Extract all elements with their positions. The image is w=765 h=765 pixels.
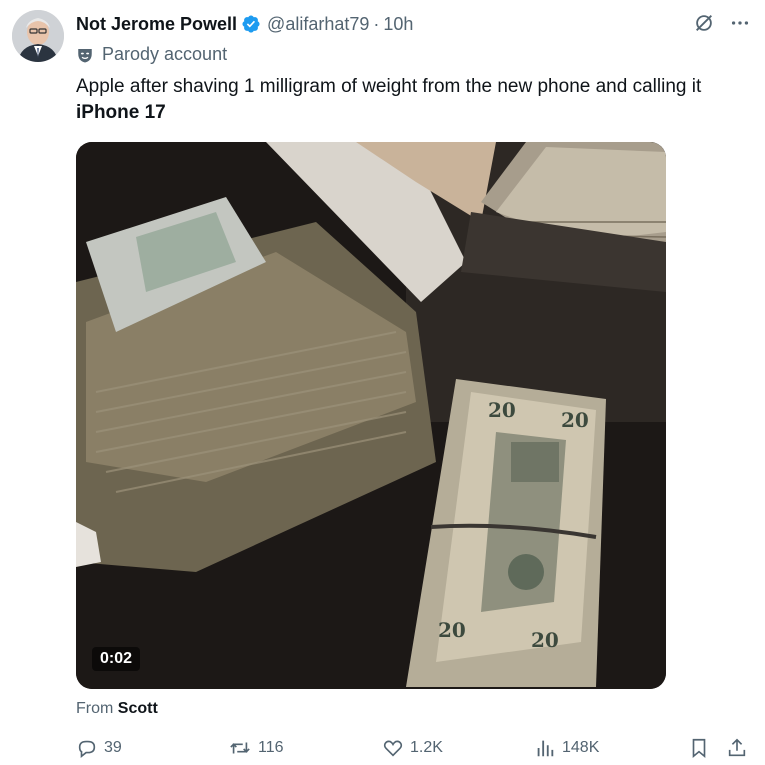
source-prefix: From bbox=[76, 700, 114, 717]
parody-text: Parody account bbox=[102, 44, 228, 64]
views-count: 148K bbox=[562, 739, 600, 756]
svg-text:20: 20 bbox=[438, 618, 466, 642]
parody-label: Parody account bbox=[76, 44, 227, 65]
video-player[interactable]: 20 20 20 20 0:02 bbox=[76, 142, 666, 689]
share-icon bbox=[728, 738, 746, 757]
heart-icon bbox=[383, 740, 403, 757]
video-frame-money-stacks: 20 20 20 20 bbox=[76, 142, 666, 689]
tweet-header: Not Jerome Powell @alifarhat79 · 10h bbox=[76, 12, 765, 36]
separator-dot: · bbox=[373, 13, 380, 34]
grok-icon[interactable] bbox=[693, 12, 715, 34]
author-name[interactable]: Not Jerome Powell bbox=[76, 14, 237, 35]
reply-count: 39 bbox=[104, 739, 122, 756]
repost-button[interactable]: 116 bbox=[228, 737, 284, 759]
post-time[interactable]: 10h bbox=[383, 14, 413, 35]
like-button[interactable]: 1.2K bbox=[382, 737, 443, 759]
author-handle[interactable]: @alifarhat79 bbox=[267, 14, 369, 35]
verified-badge-icon bbox=[242, 15, 260, 33]
views-button[interactable]: 148K bbox=[534, 737, 599, 759]
tweet-text-bold: iPhone 17 bbox=[76, 102, 166, 123]
repost-icon bbox=[230, 742, 250, 754]
like-count: 1.2K bbox=[410, 739, 443, 756]
repost-count: 116 bbox=[258, 739, 284, 756]
svg-text:20: 20 bbox=[561, 408, 589, 432]
parody-mask-icon bbox=[78, 48, 92, 62]
video-timer: 0:02 bbox=[92, 647, 141, 671]
reply-icon bbox=[78, 740, 96, 758]
top-right-actions bbox=[693, 12, 751, 34]
video-source: From Scott bbox=[76, 700, 158, 718]
more-icon[interactable] bbox=[729, 12, 751, 34]
bookmark-button[interactable] bbox=[688, 737, 710, 759]
source-name[interactable]: Scott bbox=[118, 700, 158, 717]
tweet-text: Apple after shaving 1 milligram of weigh… bbox=[76, 74, 746, 126]
views-icon bbox=[537, 740, 554, 757]
tweet-text-line: Apple after shaving 1 milligram of weigh… bbox=[76, 76, 702, 97]
reply-button[interactable]: 39 bbox=[76, 737, 122, 759]
author-avatar[interactable] bbox=[12, 10, 64, 62]
avatar-image bbox=[12, 10, 64, 62]
svg-text:20: 20 bbox=[531, 628, 559, 652]
share-button[interactable] bbox=[726, 737, 748, 759]
svg-text:20: 20 bbox=[488, 398, 516, 422]
bookmark-icon bbox=[692, 738, 706, 759]
tweet-actions: 39 116 1.2K 148K bbox=[76, 737, 750, 761]
